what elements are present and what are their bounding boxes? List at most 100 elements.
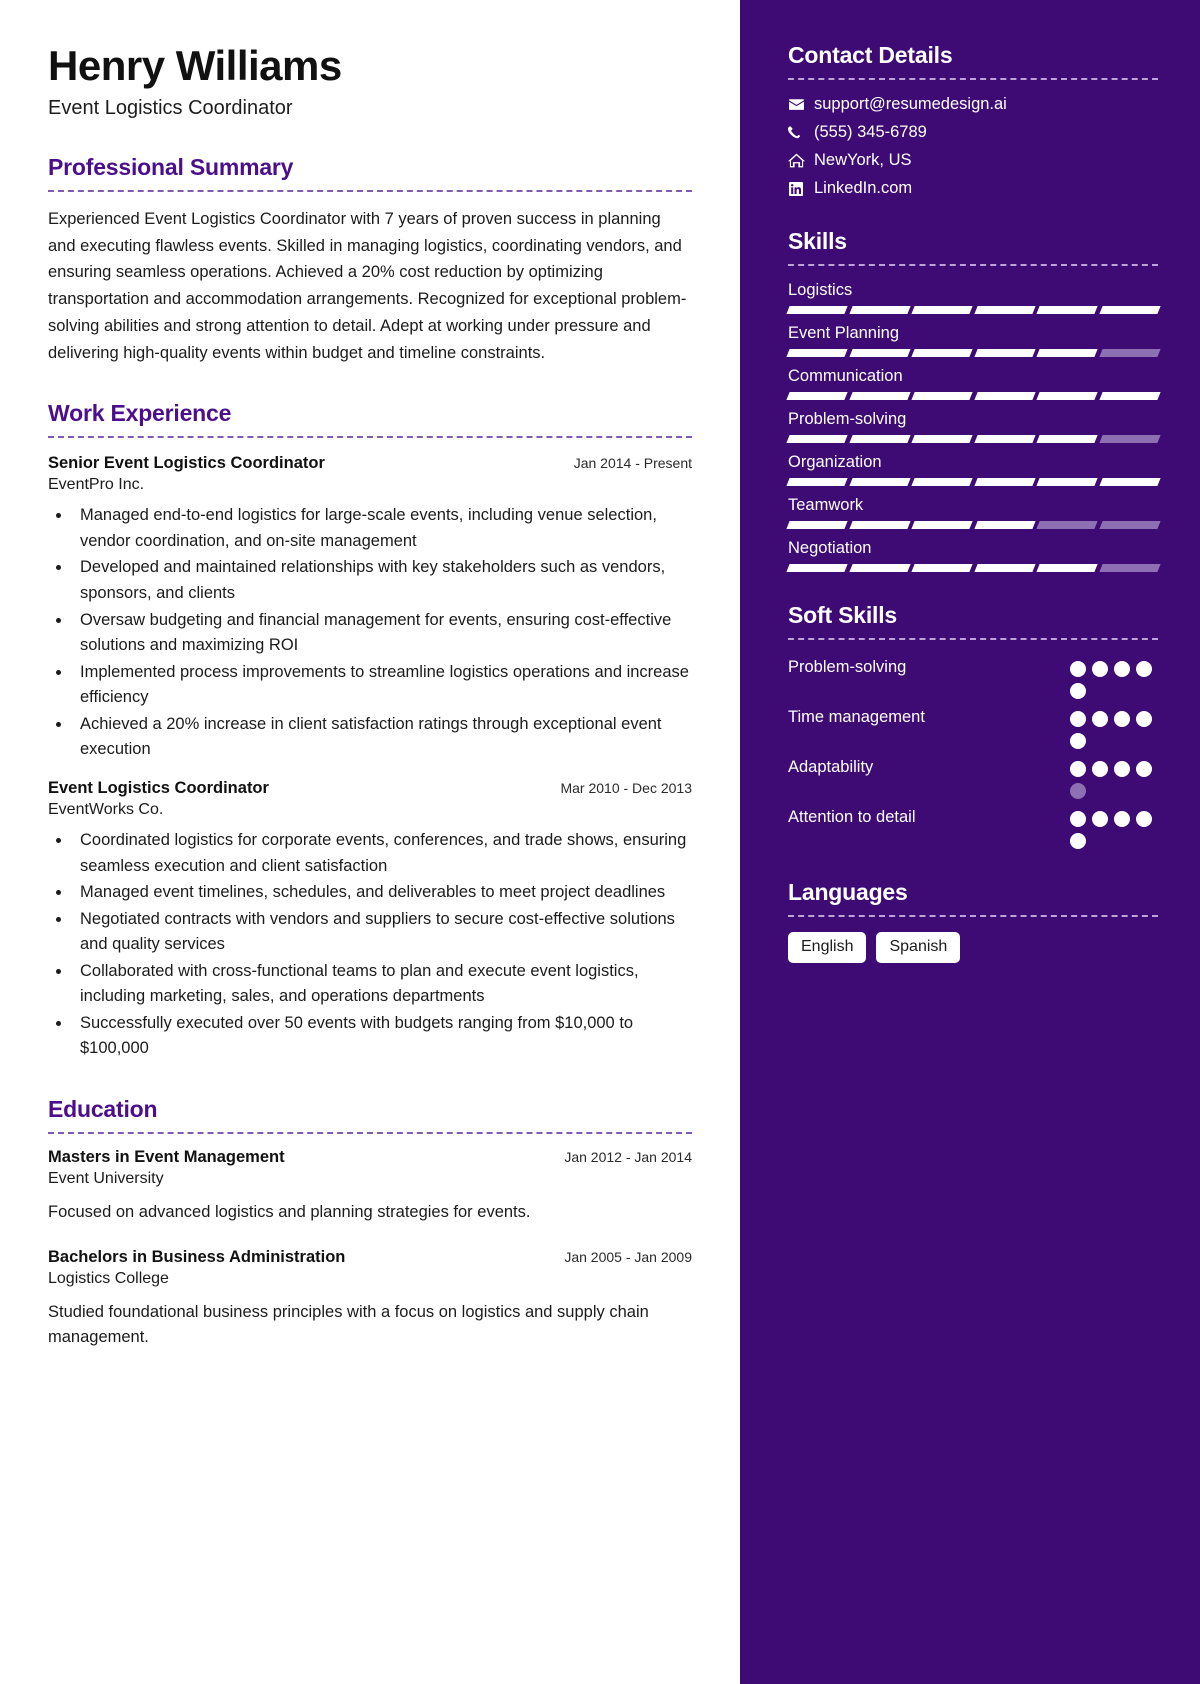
- contact-details-section: Contact Details support@resumedesign.ai (…: [788, 42, 1158, 198]
- rating-dot: [1092, 711, 1108, 727]
- rating-dot: [1092, 661, 1108, 677]
- skill-bar-segment: [973, 478, 1035, 486]
- skill-bar-segment: [1098, 349, 1160, 357]
- language-pill: Spanish: [876, 932, 961, 963]
- languages-section: Languages English Spanish: [788, 879, 1158, 963]
- professional-summary-text: Experienced Event Logistics Coordinator …: [48, 210, 687, 362]
- soft-skills-list: Problem-solving Time management Adaptabili…: [788, 655, 1158, 849]
- skill-bar-segment: [1098, 392, 1160, 400]
- language-pill: English: [788, 932, 867, 963]
- list-item: Oversaw budgeting and financial manageme…: [72, 608, 692, 659]
- skills-list: Logistics Event Planning Communication Prob…: [786, 281, 1160, 572]
- skill-level-bar: [786, 435, 1160, 443]
- contact-row[interactable]: (555) 345-6789: [788, 123, 1158, 142]
- education-description: Studied foundational business principles…: [48, 1302, 649, 1347]
- professional-summary-section: Professional Summary Experienced Event L…: [48, 154, 692, 366]
- envelope-icon: [788, 96, 814, 113]
- work-entry-organization: EventWorks Co.: [48, 800, 164, 818]
- education-date: Jan 2012 - Jan 2014: [564, 1149, 692, 1166]
- skill-bar-segment: [1036, 349, 1098, 357]
- skill-item: Negotiation: [786, 539, 1160, 572]
- skill-item: Logistics: [786, 281, 1160, 314]
- soft-skill-rating: [1070, 755, 1158, 799]
- skill-name: Organization: [788, 453, 882, 471]
- skill-name: Teamwork: [788, 496, 864, 514]
- work-entry-title: Senior Event Logistics Coordinator: [48, 454, 325, 473]
- contact-value: support@resumedesign.ai: [814, 95, 1007, 113]
- skill-bar-segment: [973, 521, 1035, 529]
- contact-row[interactable]: support@resumedesign.ai: [788, 95, 1158, 114]
- skill-level-bar: [786, 392, 1160, 400]
- education-list: Masters in Event Management Jan 2012 - Ja…: [48, 1148, 692, 1351]
- skill-bar-segment: [786, 349, 848, 357]
- list-item: Developed and maintained relationships w…: [72, 555, 692, 606]
- education-degree: Bachelors in Business Administration: [48, 1247, 346, 1266]
- skill-bar-segment: [848, 306, 910, 314]
- soft-skills-section: Soft Skills Problem-solving Time manageme…: [788, 602, 1158, 849]
- skill-bar-segment: [848, 435, 910, 443]
- sidebar-divider: [788, 915, 1158, 917]
- contact-row[interactable]: NewYork, US: [788, 151, 1158, 170]
- education-heading: Education: [48, 1096, 158, 1123]
- skill-bar-segment: [1036, 392, 1098, 400]
- skill-bar-segment: [1036, 306, 1098, 314]
- rating-dot: [1136, 811, 1152, 827]
- candidate-name: Henry Williams: [48, 42, 342, 89]
- entry-header: Masters in Event Management Jan 2012 - Ja…: [48, 1148, 692, 1167]
- contact-value: LinkedIn.com: [814, 179, 913, 197]
- languages-heading: Languages: [788, 879, 908, 905]
- education-degree: Masters in Event Management: [48, 1148, 285, 1167]
- list-item: Negotiated contracts with vendors and su…: [72, 907, 692, 958]
- education-entry: Bachelors in Business Administration Jan …: [48, 1248, 692, 1351]
- work-experience-heading: Work Experience: [48, 400, 232, 427]
- skill-level-bar: [786, 349, 1160, 357]
- sidebar-divider: [788, 78, 1158, 80]
- education-school: Event University: [48, 1170, 164, 1188]
- entry-header: Senior Event Logistics Coordinator Jan 20…: [48, 454, 692, 473]
- soft-skill-row: Attention to detail: [788, 805, 1158, 849]
- skill-bar-segment: [1098, 306, 1160, 314]
- skill-bar-segment: [911, 521, 973, 529]
- skill-bar-segment: [786, 478, 848, 486]
- rating-dot: [1114, 661, 1130, 677]
- section-divider: [48, 436, 692, 439]
- sidebar-divider: [788, 638, 1158, 640]
- skill-name: Event Planning: [788, 324, 899, 342]
- soft-skills-heading: Soft Skills: [788, 602, 897, 628]
- rating-dot: [1114, 711, 1130, 727]
- contact-list: support@resumedesign.ai (555) 345-6789 New…: [788, 95, 1158, 198]
- work-entry-date: Mar 2010 - Dec 2013: [560, 779, 692, 796]
- soft-skill-name: Time management: [788, 708, 925, 726]
- skill-item: Communication: [786, 367, 1160, 400]
- skill-bar-segment: [786, 435, 848, 443]
- resume-sidebar: Contact Details support@resumedesign.ai (…: [740, 0, 1200, 1684]
- work-entry-title: Event Logistics Coordinator: [48, 778, 269, 797]
- skill-bar-segment: [911, 306, 973, 314]
- contact-value: (555) 345-6789: [814, 123, 927, 141]
- rating-dot: [1136, 761, 1152, 777]
- skill-bar-segment: [1098, 435, 1160, 443]
- soft-skill-name: Problem-solving: [788, 658, 907, 676]
- skill-bar-segment: [786, 392, 848, 400]
- skill-bar-segment: [1098, 478, 1160, 486]
- soft-skill-name: Adaptability: [788, 758, 874, 776]
- candidate-job-title: Event Logistics Coordinator: [48, 97, 293, 120]
- contact-row[interactable]: LinkedIn.com: [788, 179, 1158, 198]
- soft-skill-row: Time management: [788, 705, 1158, 749]
- skill-bar-segment: [786, 564, 848, 572]
- list-item: Collaborated with cross-functional teams…: [72, 959, 692, 1010]
- skill-bar-segment: [1098, 564, 1160, 572]
- rating-dot: [1070, 761, 1086, 777]
- linkedin-icon: [788, 181, 814, 197]
- skill-bar-segment: [1036, 478, 1098, 486]
- skill-level-bar: [786, 306, 1160, 314]
- rating-dot: [1136, 661, 1152, 677]
- rating-dot: [1092, 761, 1108, 777]
- rating-dot: [1070, 833, 1086, 849]
- skill-bar-segment: [1036, 521, 1098, 529]
- contact-details-heading: Contact Details: [788, 42, 953, 68]
- skill-item: Problem-solving: [786, 410, 1160, 443]
- rating-dot: [1114, 811, 1130, 827]
- section-divider: [48, 190, 692, 193]
- skill-bar-segment: [1036, 435, 1098, 443]
